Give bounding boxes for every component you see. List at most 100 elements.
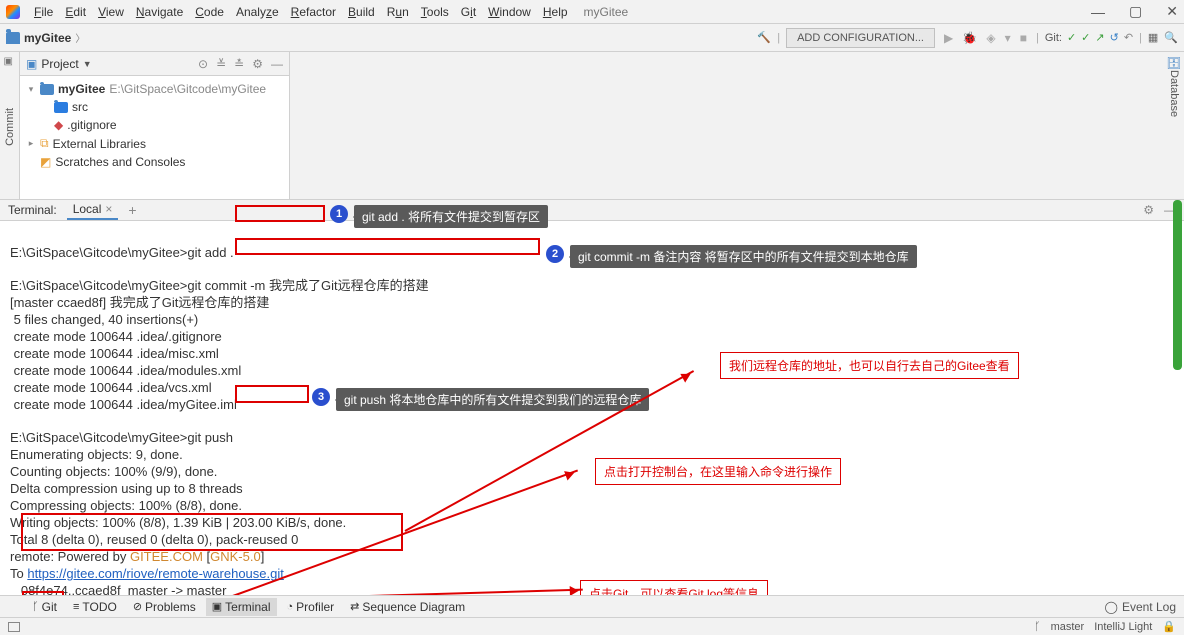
status-bar: ᚴ master IntelliJ Light 🔒 [0, 617, 1184, 635]
menu-navigate[interactable]: Navigate [130, 3, 189, 21]
vcs-commit-icon[interactable]: ✓ [1081, 31, 1090, 44]
folder-icon [6, 32, 20, 44]
bottom-git-button[interactable]: ᚴGit [26, 598, 63, 616]
tree-scratches[interactable]: ◩ Scratches and Consoles [26, 153, 283, 171]
tree-src[interactable]: src [26, 98, 283, 116]
expand-all-icon[interactable]: ≚ [216, 57, 226, 71]
menu-view[interactable]: View [92, 3, 130, 21]
project-panel-title[interactable]: Project [41, 57, 78, 71]
window-title: myGitee [584, 5, 629, 19]
profiler-icon: ◔ [287, 601, 294, 613]
settings-icon[interactable]: 🔍 [1164, 31, 1178, 44]
tree-gitignore[interactable]: ◆ .gitignore [26, 116, 283, 134]
gitignore-file-icon: ◆ [54, 118, 63, 132]
coverage-icon[interactable]: ◈ [986, 31, 995, 45]
menu-analyze[interactable]: Analyze [230, 3, 285, 21]
minimize-button[interactable]: — [1091, 4, 1105, 20]
status-tool-icon[interactable] [8, 622, 20, 632]
breadcrumb[interactable]: myGitee 〉 [6, 30, 85, 45]
menu-help[interactable]: Help [537, 3, 574, 21]
status-branch[interactable]: master [1051, 621, 1085, 633]
menu-tools[interactable]: Tools [415, 3, 455, 21]
toolbar: myGitee 〉 🔨 | ADD CONFIGURATION... ▶ 🐞 ◈… [0, 24, 1184, 52]
bottom-todo-button[interactable]: ≡TODO [67, 598, 123, 616]
terminal-tab-local[interactable]: Local× [67, 200, 119, 220]
menu-refactor[interactable]: Refactor [285, 3, 342, 21]
menu-build[interactable]: Build [342, 3, 381, 21]
bottom-terminal-button[interactable]: ▣Terminal [206, 598, 277, 616]
maximize-button[interactable]: ▢ [1129, 3, 1142, 20]
event-log-icon: ◯ [1105, 600, 1118, 614]
project-panel-header: ▣ Project ▼ ⊙ ≚ ≛ ⚙ — [20, 52, 289, 76]
app-logo-icon [6, 5, 20, 19]
project-tool-icon[interactable]: ▣ [4, 56, 16, 68]
sequence-icon: ⇄ [350, 600, 359, 613]
terminal-content[interactable]: E:\GitSpace\Gitcode\myGitee>git add . E:… [0, 221, 1184, 601]
tree-external-libs[interactable]: ▸⧉ External Libraries [26, 134, 283, 153]
annotation-tooltip-2: git commit -m 备注内容 将暂存区中的所有文件提交到本地仓库 [570, 245, 917, 268]
lock-icon[interactable]: 🔒 [1162, 620, 1176, 633]
status-ide-theme[interactable]: IntelliJ Light [1094, 621, 1152, 633]
menu-file[interactable]: File [28, 3, 59, 21]
callout-terminal: 点击打开控制台，在这里输入命令进行操作 [595, 458, 841, 485]
menu-run[interactable]: Run [381, 3, 415, 21]
new-terminal-tab-button[interactable]: + [128, 202, 136, 218]
right-tool-rail: 🗄 Database [1164, 52, 1184, 172]
chevron-down-icon[interactable]: ▼ [83, 59, 92, 69]
annotation-badge-3: 3 [312, 388, 330, 406]
menu-bar: File Edit View Navigate Code Analyze Ref… [0, 0, 1184, 24]
terminal-label: Terminal: [8, 203, 57, 217]
bottom-profiler-button[interactable]: ◔Profiler [281, 598, 341, 616]
left-tool-rail: ▣ Commit [0, 52, 20, 199]
search-icon[interactable]: ▦ [1148, 31, 1158, 44]
vcs-update-icon[interactable]: ✓ [1067, 31, 1076, 44]
folder-icon [40, 84, 54, 95]
terminal-tab-bar: Terminal: Local× + ⚙ — [0, 199, 1184, 221]
bottom-tool-bar: ᚴGit ≡TODO ⊘Problems ▣Terminal ◔Profiler… [0, 595, 1184, 617]
add-configuration-button[interactable]: ADD CONFIGURATION... [786, 28, 935, 48]
problems-icon: ⊘ [133, 600, 142, 613]
annotation-tooltip-3: git push 将本地仓库中的所有文件提交到我们的远程仓库 [336, 388, 649, 411]
terminal-icon: ▣ [212, 600, 222, 613]
git-branch-icon: ᚴ [32, 601, 39, 613]
project-tool-icon-small: ▣ [26, 57, 37, 71]
menu-edit[interactable]: Edit [59, 3, 92, 21]
library-icon: ⧉ [40, 136, 49, 151]
debug-icon[interactable]: 🐞 [962, 31, 977, 45]
bottom-sequence-button[interactable]: ⇄Sequence Diagram [344, 598, 471, 616]
editor-area [290, 52, 1184, 199]
source-folder-icon [54, 102, 68, 113]
bottom-problems-button[interactable]: ⊘Problems [127, 598, 202, 616]
collapse-all-icon[interactable]: ≛ [234, 57, 244, 71]
menu-code[interactable]: Code [189, 3, 230, 21]
project-tree[interactable]: ▾ myGitee E:\GitSpace\Gitcode\myGitee sr… [20, 76, 289, 199]
gear-icon[interactable]: ⚙ [252, 57, 263, 71]
editor-scrollbar-marker [1173, 200, 1182, 370]
callout-remote-url: 我们远程仓库的地址，也可以自行去自己的Gitee查看 [720, 352, 1019, 379]
vcs-push-icon[interactable]: ↗ [1095, 31, 1104, 44]
hide-panel-icon[interactable]: — [271, 57, 283, 71]
database-tool-tab[interactable]: Database [1168, 70, 1180, 117]
build-icon[interactable]: 🔨 [757, 31, 771, 45]
select-opened-icon[interactable]: ⊙ [198, 57, 208, 71]
close-button[interactable]: ✕ [1166, 3, 1178, 20]
database-icon: 🗄 [1166, 56, 1181, 70]
commit-tool-tab[interactable]: Commit [4, 108, 16, 146]
close-tab-icon[interactable]: × [105, 202, 112, 216]
event-log-button[interactable]: ◯Event Log [1105, 600, 1176, 614]
annotation-badge-2: 2 [546, 245, 564, 263]
menu-git[interactable]: Git [455, 3, 482, 21]
scratches-icon: ◩ [40, 155, 51, 169]
main-area: ▣ Commit ▣ Project ▼ ⊙ ≚ ≛ ⚙ — ▾ myGitee… [0, 52, 1184, 199]
todo-icon: ≡ [73, 601, 79, 613]
menu-window[interactable]: Window [482, 3, 537, 21]
git-label: Git: [1045, 32, 1062, 44]
tree-root[interactable]: ▾ myGitee E:\GitSpace\Gitcode\myGitee [26, 80, 283, 98]
terminal-gear-icon[interactable]: ⚙ [1143, 203, 1154, 217]
vcs-rollback-icon[interactable]: ↶ [1124, 31, 1133, 44]
vcs-history-icon[interactable]: ↺ [1110, 31, 1119, 44]
stop-icon[interactable]: ■ [1020, 31, 1027, 45]
run-icon[interactable]: ▶ [944, 31, 953, 45]
chevron-right-icon: 〉 [75, 30, 85, 45]
project-panel: ▣ Project ▼ ⊙ ≚ ≛ ⚙ — ▾ myGitee E:\GitSp… [20, 52, 290, 199]
